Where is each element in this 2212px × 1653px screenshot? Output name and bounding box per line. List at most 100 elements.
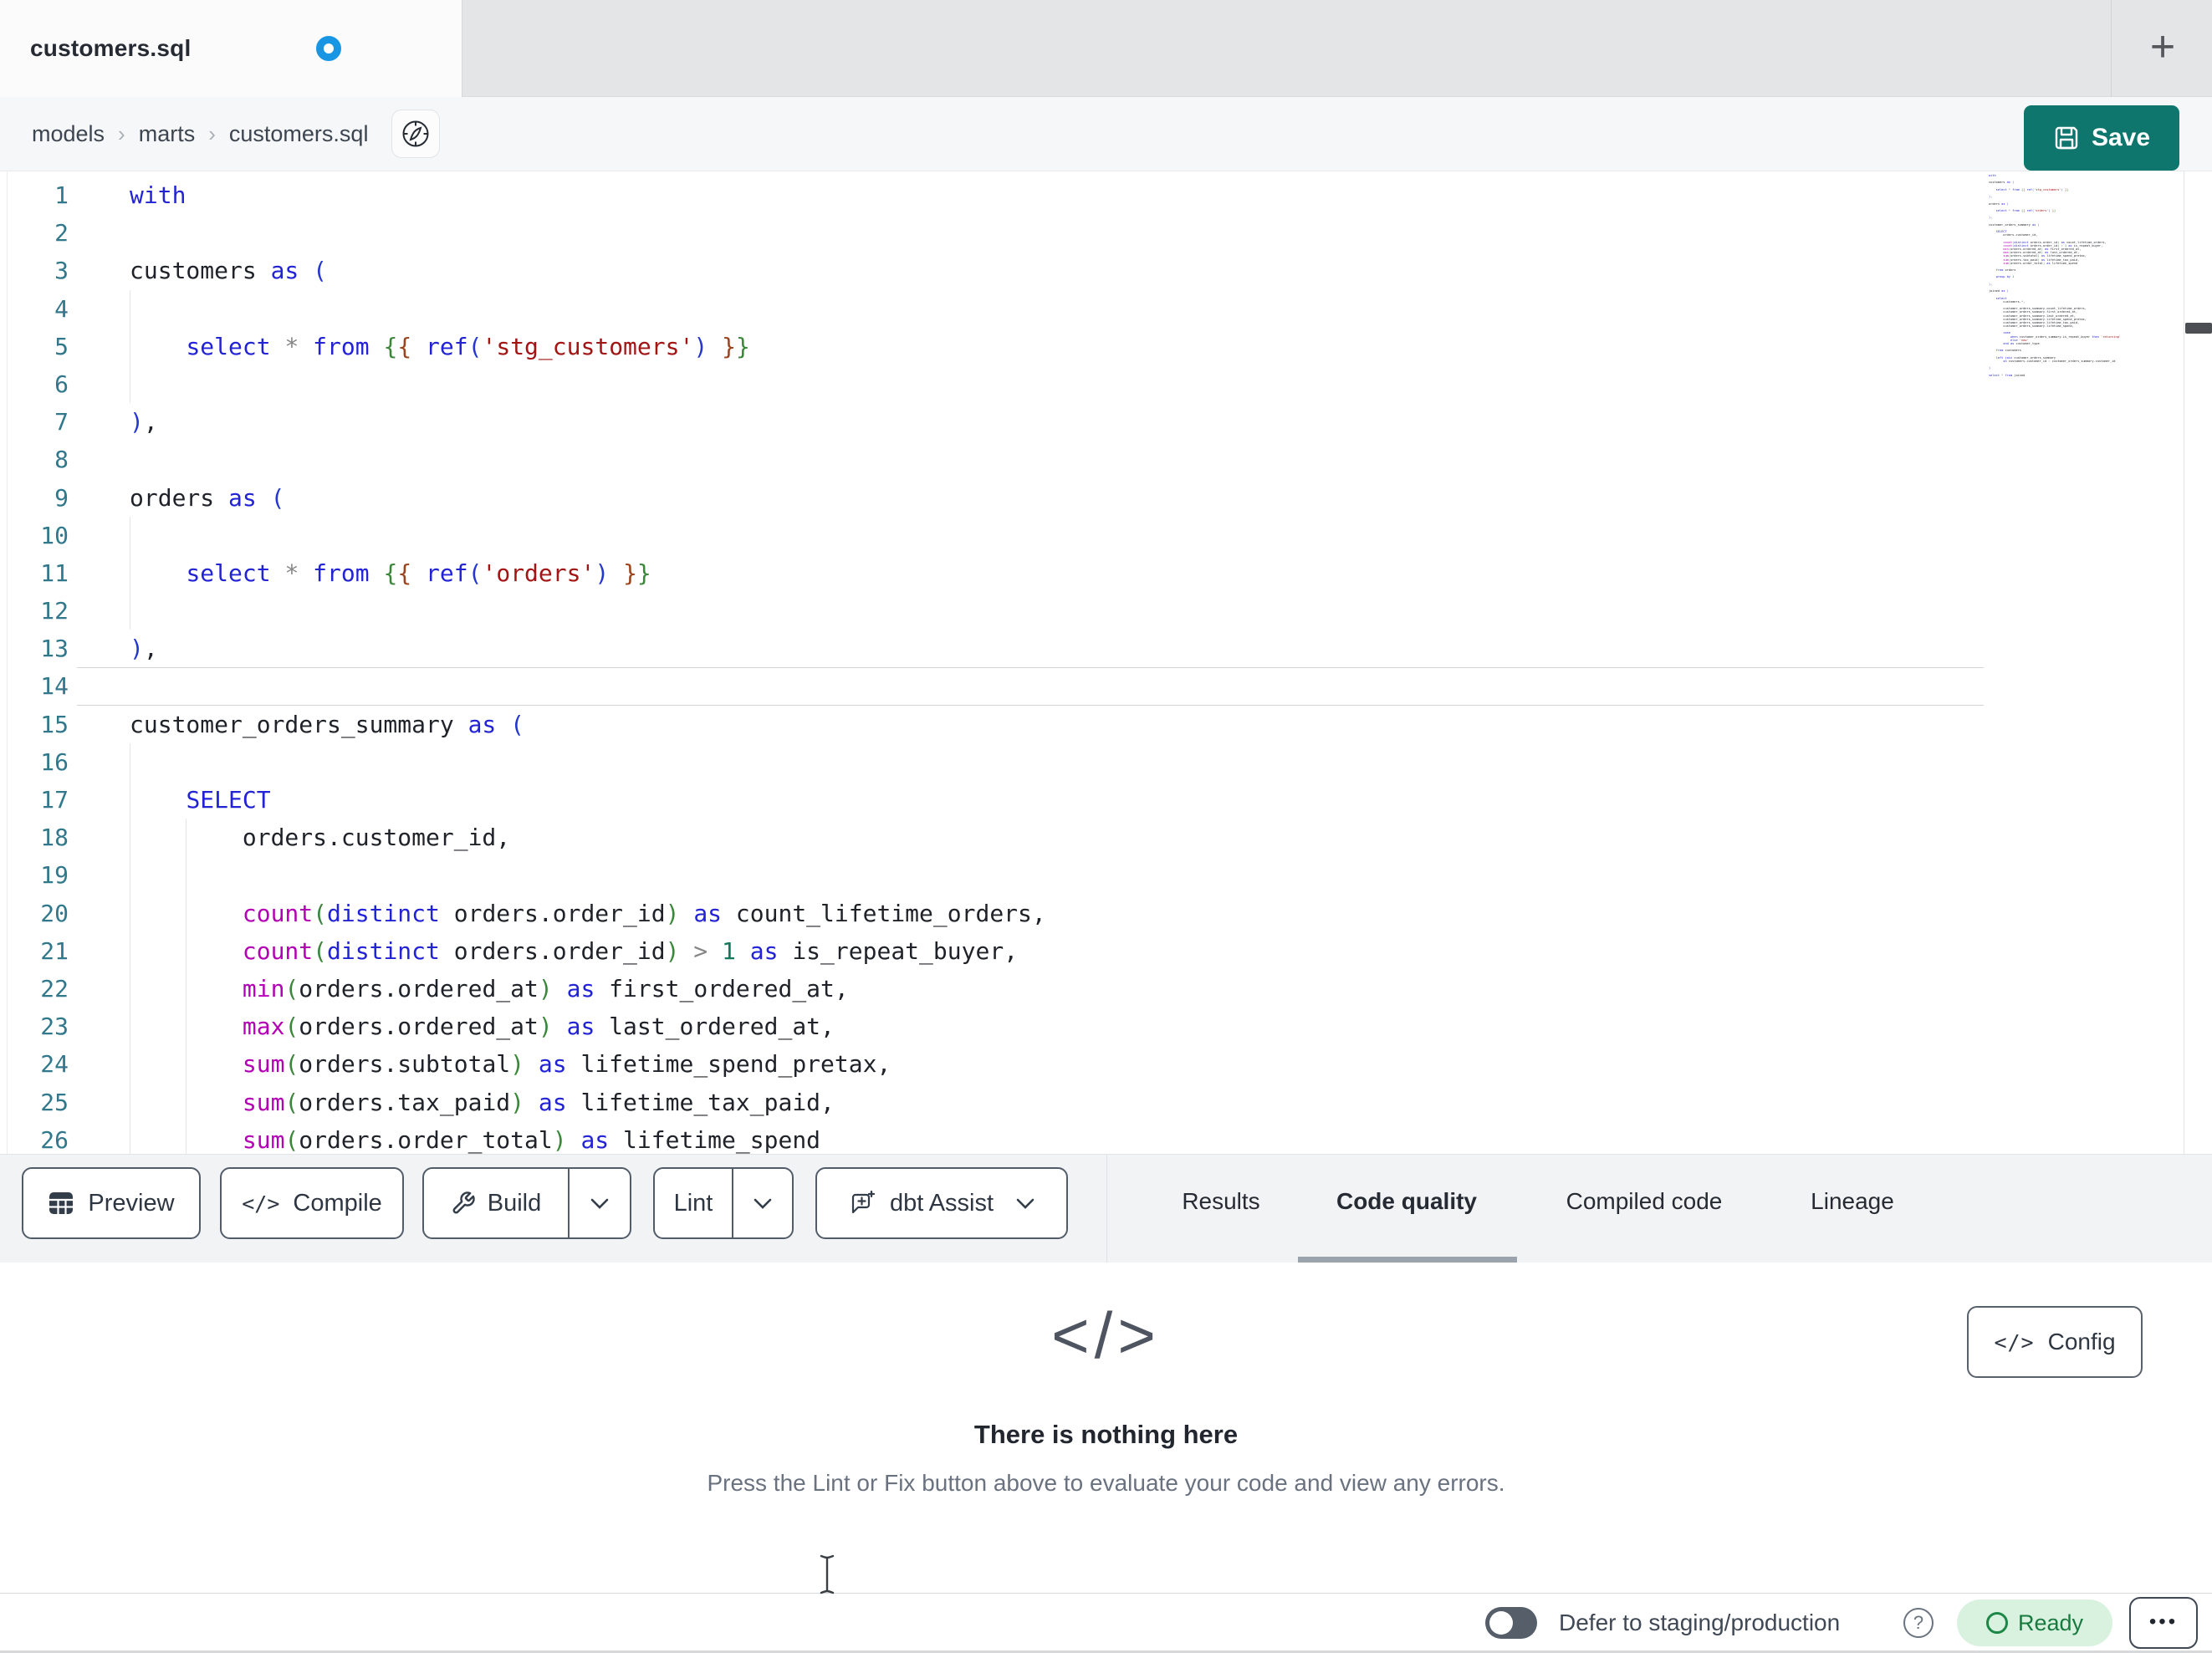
line-number: 21 (40, 936, 69, 965)
active-code-line[interactable] (77, 667, 1984, 706)
save-label: Save (2091, 124, 2151, 151)
lint-dropdown[interactable] (733, 1197, 792, 1210)
tab-results[interactable]: Results (1164, 1180, 1278, 1223)
line-number: 25 (40, 1088, 69, 1116)
help-icon[interactable]: ? (1903, 1608, 1934, 1638)
line-number: 22 (40, 974, 69, 1003)
code-line[interactable]: sum(orders.subtotal) as lifetime_spend_p… (77, 1045, 1984, 1084)
line-number: 24 (40, 1050, 69, 1079)
code-line[interactable]: orders.customer_id, (77, 819, 1984, 857)
line-number: 20 (40, 899, 69, 927)
line-number: 9 (54, 483, 69, 512)
code-lines[interactable]: with customers as ( select * from {{ ref(… (77, 176, 1984, 1154)
code-line[interactable]: ), (77, 403, 1984, 441)
ready-circle-icon (1985, 1612, 2008, 1634)
code-line[interactable]: select * from {{ ref('orders') }} (77, 554, 1984, 593)
line-number: 23 (40, 1013, 69, 1041)
defer-toggle[interactable] (1485, 1607, 1537, 1639)
line-number: 16 (40, 747, 69, 776)
breadcrumb-bar: models › marts › customers.sql (0, 97, 2212, 171)
tab-lineage[interactable]: Lineage (1796, 1180, 1908, 1223)
code-line[interactable] (77, 516, 1984, 554)
tab-bar: customers.sql + (0, 0, 2212, 97)
preview-label: Preview (88, 1189, 175, 1217)
line-number: 15 (40, 710, 69, 738)
line-number: 11 (40, 559, 69, 587)
code-editor[interactable]: 1 2 3 4 5 6 7 8 9 10 11 12 13 14 15 16 17 18 19 20 21 22 23 24 2… (0, 171, 2212, 1154)
new-tab-button[interactable]: + (2131, 0, 2194, 97)
code-brackets-icon: </> (1051, 1298, 1161, 1372)
code-line[interactable]: max(orders.ordered_at) as last_ordered_a… (77, 1008, 1984, 1046)
code-quality-panel: </> There is nothing here Press the Lint… (0, 1263, 2212, 1593)
line-number: 17 (40, 786, 69, 814)
code-line[interactable]: customer_orders_summary as ( (77, 706, 1984, 743)
code-line[interactable]: count(distinct orders.order_id) as count… (77, 894, 1984, 932)
status-bar: Defer to staging/production ? Ready ••• (0, 1593, 2212, 1653)
toggle-knob (1489, 1611, 1513, 1635)
file-tab-customers-sql[interactable]: customers.sql (0, 0, 462, 97)
tab-code-quality[interactable]: Code quality (1315, 1180, 1499, 1223)
code-line[interactable]: customers as ( (77, 252, 1984, 289)
defer-label: Defer to staging/production (1559, 1610, 1841, 1635)
empty-state-title: There is nothing here (973, 1420, 1239, 1449)
breadcrumb-models[interactable]: models (32, 121, 105, 147)
line-number: 5 (54, 332, 69, 360)
code-line[interactable]: ), (77, 630, 1984, 667)
table-icon (49, 1192, 74, 1214)
code-line[interactable]: count(distinct orders.order_id) > 1 as i… (77, 931, 1984, 970)
unsaved-changes-dot-icon (316, 36, 342, 61)
line-number: 19 (40, 861, 69, 890)
preview-button[interactable]: Preview (22, 1167, 201, 1239)
code-line[interactable] (77, 592, 1984, 630)
build-main[interactable]: Build (424, 1190, 568, 1217)
code-line[interactable] (77, 289, 1984, 328)
breadcrumb-file[interactable]: customers.sql (229, 121, 369, 147)
code-line[interactable] (77, 365, 1984, 404)
code-line[interactable]: with (77, 176, 1984, 214)
dbt-assist-button[interactable]: dbt Assist (815, 1167, 1068, 1239)
line-number: 18 (40, 824, 69, 852)
line-number: 4 (54, 294, 69, 323)
chevron-down-icon (590, 1198, 609, 1209)
code-line[interactable]: min(orders.ordered_at) as first_ordered_… (77, 969, 1984, 1008)
code-line[interactable] (77, 214, 1984, 252)
text-cursor-icon (820, 1554, 835, 1594)
editor-scrollbar[interactable] (2184, 171, 2212, 1154)
line-number: 7 (54, 408, 69, 436)
compile-button[interactable]: </> Compile (220, 1167, 404, 1239)
minimap-line: select * from joined (1989, 373, 2026, 377)
editor-minimap[interactable]: with customers as ( select * from {{ ref(… (1989, 174, 2183, 592)
more-options-button[interactable]: ••• (2129, 1597, 2198, 1649)
bottom-toolbar: Preview </> Compile Build Lint dbt Assis… (0, 1154, 2212, 1263)
line-number: 14 (40, 672, 69, 701)
code-line[interactable] (77, 856, 1984, 895)
breadcrumb-marts[interactable]: marts (139, 121, 196, 147)
code-line[interactable]: sum(orders.order_total) as lifetime_spen… (77, 1120, 1984, 1154)
wrench-icon (452, 1191, 475, 1214)
code-line[interactable]: orders as ( (77, 479, 1984, 517)
build-dropdown[interactable] (570, 1197, 630, 1210)
tab-compiled-code[interactable]: Compiled code (1545, 1180, 1743, 1223)
lint-split-button[interactable]: Lint (653, 1167, 794, 1239)
line-number: 10 (40, 521, 69, 549)
chevron-down-icon (754, 1198, 772, 1209)
assist-chat-sparkle-icon (851, 1190, 876, 1214)
code-line[interactable] (77, 742, 1984, 781)
ready-label: Ready (2017, 1610, 2084, 1635)
code-line[interactable]: sum(orders.tax_paid) as lifetime_tax_pai… (77, 1083, 1984, 1121)
line-number: 8 (54, 446, 69, 474)
lint-label[interactable]: Lint (655, 1190, 732, 1217)
scrollbar-thumb[interactable] (2185, 323, 2212, 334)
code-line[interactable]: select * from {{ ref('stg_customers') }} (77, 327, 1984, 365)
editor-gutter: 1 2 3 4 5 6 7 8 9 10 11 12 13 14 15 16 17 18 19 20 21 22 23 24 2… (0, 176, 69, 1154)
code-line[interactable] (77, 441, 1984, 478)
line-number: 26 (40, 1125, 69, 1154)
save-button[interactable]: Save (2024, 105, 2179, 171)
config-button[interactable]: </> Config (1967, 1306, 2143, 1378)
code-line[interactable]: SELECT (77, 781, 1984, 819)
line-number: 12 (40, 597, 69, 625)
navigate-button[interactable] (391, 110, 441, 158)
breadcrumb-separator-icon: › (208, 120, 216, 146)
build-split-button[interactable]: Build (422, 1167, 631, 1239)
tab-bar-divider (2111, 0, 2112, 97)
